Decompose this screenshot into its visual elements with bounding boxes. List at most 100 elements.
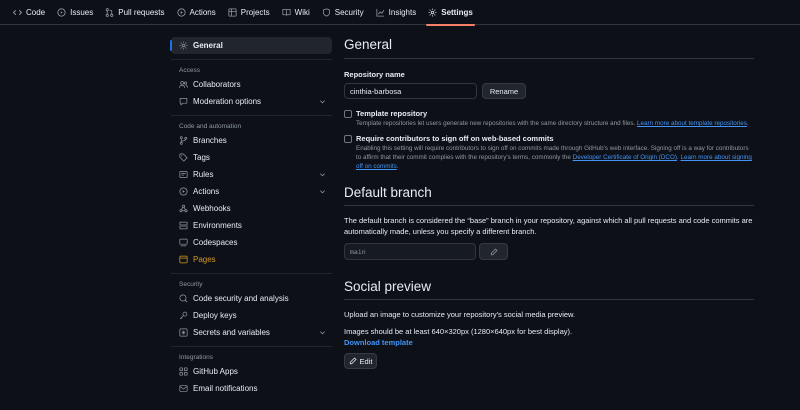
default-branch-field: main bbox=[344, 243, 476, 260]
template-option: Template repository Template repositorie… bbox=[344, 109, 754, 128]
dco-link[interactable]: Developer Certificate of Origin (DCO) bbox=[573, 154, 677, 161]
period: . bbox=[676, 154, 679, 161]
tab-insights[interactable]: Insights bbox=[370, 0, 423, 25]
edit-branch-button[interactable] bbox=[479, 243, 508, 260]
tab-projects[interactable]: Projects bbox=[222, 0, 276, 25]
divider bbox=[171, 273, 332, 274]
tab-label: Pull requests bbox=[118, 7, 165, 17]
issue-icon bbox=[57, 7, 66, 17]
template-label: Template repository bbox=[356, 109, 428, 118]
signoff-label: Require contributors to sign off on web-… bbox=[356, 134, 554, 143]
webhook-icon bbox=[179, 204, 188, 213]
rules-icon bbox=[179, 171, 188, 178]
section-title: Social preview bbox=[344, 279, 432, 294]
signoff-description: Enabling this setting will require contr… bbox=[356, 144, 754, 171]
sidebar-item-codespaces[interactable]: Codespaces bbox=[171, 234, 332, 251]
table-icon bbox=[228, 7, 237, 17]
sidebar-item-label: Branches bbox=[193, 136, 227, 145]
tab-security[interactable]: Security bbox=[316, 0, 370, 25]
repo-name-label: Repository name bbox=[344, 70, 405, 79]
sidebar-item-secrets[interactable]: Secrets and variables bbox=[171, 324, 332, 341]
comment-icon bbox=[179, 98, 188, 106]
sidebar-item-label: Environments bbox=[193, 221, 242, 230]
repo-name-row: cinthia-barbosa Rename bbox=[344, 83, 754, 99]
tab-label: Actions bbox=[189, 7, 216, 17]
sidebar-item-general[interactable]: General bbox=[170, 37, 332, 54]
tab-code[interactable]: Code bbox=[7, 0, 51, 25]
tag-icon bbox=[179, 153, 188, 162]
chevron-down-icon bbox=[320, 331, 325, 335]
section-title: Default branch bbox=[344, 185, 432, 200]
sidebar-item-pages[interactable]: Pages bbox=[171, 251, 332, 268]
tab-label: Issues bbox=[70, 7, 94, 17]
default-branch-description: The default branch is considered the “ba… bbox=[344, 216, 753, 236]
server-icon bbox=[179, 221, 188, 230]
divider bbox=[171, 346, 332, 347]
tab-wiki[interactable]: Wiki bbox=[276, 0, 316, 25]
sidebar-heading-security: Security bbox=[179, 280, 203, 288]
divider bbox=[171, 59, 332, 60]
pencil-icon bbox=[490, 247, 498, 255]
sidebar-item-actions[interactable]: Actions bbox=[171, 183, 332, 200]
rename-button[interactable]: Rename bbox=[482, 83, 526, 99]
sidebar-item-label: Moderation options bbox=[193, 97, 262, 106]
sidebar-item-environments[interactable]: Environments bbox=[171, 217, 332, 234]
mail-icon bbox=[179, 385, 188, 392]
sidebar-item-branches[interactable]: Branches bbox=[171, 132, 332, 149]
download-template-link[interactable]: Download template bbox=[344, 337, 754, 348]
graph-icon bbox=[376, 8, 384, 17]
play-icon bbox=[179, 187, 188, 196]
sidebar-item-webhooks[interactable]: Webhooks bbox=[171, 200, 332, 217]
settings-sidebar: General Access Collaborators Moderation … bbox=[170, 37, 332, 397]
sidebar-item-deploy-keys[interactable]: Deploy keys bbox=[171, 307, 332, 324]
sidebar-item-label: Pages bbox=[193, 255, 216, 264]
edit-image-button[interactable]: Edit bbox=[344, 353, 377, 369]
people-icon bbox=[179, 81, 188, 88]
sidebar-item-label: Actions bbox=[193, 187, 220, 196]
signoff-checkbox[interactable] bbox=[344, 135, 352, 143]
asterisk-icon bbox=[179, 328, 188, 337]
gear-icon bbox=[179, 41, 188, 50]
tab-pull-requests[interactable]: Pull requests bbox=[99, 0, 170, 25]
branch-name: main bbox=[350, 247, 366, 256]
sidebar-item-rules[interactable]: Rules bbox=[171, 166, 332, 183]
tab-issues[interactable]: Issues bbox=[51, 0, 99, 25]
sidebar-item-label: Tags bbox=[193, 153, 210, 162]
sidebar-item-label: Deploy keys bbox=[193, 311, 237, 320]
edit-label: Edit bbox=[359, 356, 373, 366]
sidebar-item-moderation[interactable]: Moderation options bbox=[171, 93, 332, 110]
default-branch-row: main bbox=[344, 243, 754, 260]
sidebar-heading-integrations: Integrations bbox=[179, 353, 213, 361]
period: . bbox=[746, 120, 749, 127]
template-desc-text: Template repositories let users generate… bbox=[356, 120, 636, 127]
browser-icon bbox=[179, 255, 188, 264]
template-checkbox[interactable] bbox=[344, 110, 352, 118]
template-description: Template repositories let users generate… bbox=[356, 119, 749, 128]
sidebar-item-tags[interactable]: Tags bbox=[171, 149, 332, 166]
chevron-down-icon bbox=[320, 100, 325, 104]
divider bbox=[171, 115, 332, 116]
signoff-option: Require contributors to sign off on web-… bbox=[344, 134, 754, 171]
key-icon bbox=[179, 311, 188, 320]
tab-settings[interactable]: Settings bbox=[422, 0, 479, 26]
sidebar-item-label: GitHub Apps bbox=[193, 367, 238, 376]
tab-label: Settings bbox=[441, 7, 473, 17]
pull-request-icon bbox=[105, 7, 114, 17]
template-learn-more-link[interactable]: Learn more about template repositories bbox=[637, 120, 747, 127]
gear-icon bbox=[428, 8, 437, 16]
sidebar-heading-access: Access bbox=[179, 66, 200, 74]
tab-actions[interactable]: Actions bbox=[171, 0, 222, 25]
chevron-down-icon bbox=[320, 173, 325, 177]
sidebar-item-github-apps[interactable]: GitHub Apps bbox=[171, 363, 332, 380]
codespaces-icon bbox=[179, 238, 188, 247]
sidebar-item-label: Secrets and variables bbox=[193, 328, 270, 337]
sidebar-item-label: Collaborators bbox=[193, 80, 241, 89]
chevron-down-icon bbox=[320, 190, 325, 194]
book-icon bbox=[282, 8, 291, 16]
sidebar-item-collaborators[interactable]: Collaborators bbox=[171, 76, 332, 93]
pencil-icon bbox=[349, 357, 357, 365]
repo-name-input[interactable]: cinthia-barbosa bbox=[344, 83, 477, 99]
sidebar-item-email[interactable]: Email notifications bbox=[171, 380, 332, 397]
image-size-note: Images should be at least 640×320px (128… bbox=[344, 327, 573, 336]
sidebar-item-code-security[interactable]: Code security and analysis bbox=[171, 290, 332, 307]
